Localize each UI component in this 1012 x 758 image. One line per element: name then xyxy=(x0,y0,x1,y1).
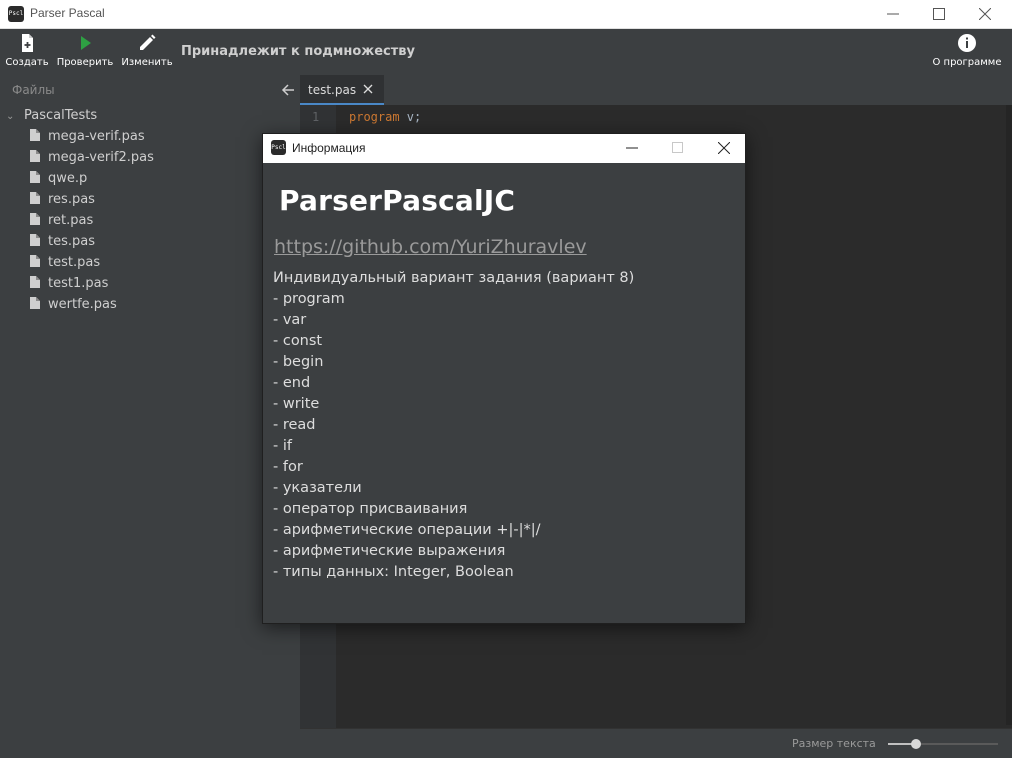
about-button[interactable]: О программе xyxy=(930,29,1004,75)
tab-test-pas[interactable]: test.pas xyxy=(300,75,384,105)
toolbar: Создать Проверить Изменить Принадлежит к… xyxy=(0,29,1012,75)
file-icon xyxy=(30,129,40,141)
tree-folder-pascaltests[interactable]: ⌄ PascalTests xyxy=(6,108,97,123)
file-item[interactable]: qwe.p xyxy=(30,171,87,192)
description-line: - арифметические выражения xyxy=(273,543,506,559)
file-item[interactable]: mega-verif2.pas xyxy=(30,150,154,171)
description-line: - end xyxy=(273,375,311,391)
description-line: - for xyxy=(273,459,303,475)
minimize-icon xyxy=(887,13,899,15)
create-button[interactable]: Создать xyxy=(4,29,50,75)
file-icon xyxy=(30,192,40,204)
create-label: Создать xyxy=(5,57,49,68)
check-label: Проверить xyxy=(56,57,114,68)
dialog-close-button[interactable] xyxy=(701,134,747,163)
file-label: test.pas xyxy=(48,255,101,270)
file-label: mega-verif.pas xyxy=(48,129,145,144)
file-item[interactable]: test.pas xyxy=(30,255,100,276)
file-icon xyxy=(30,255,40,267)
description-line: - read xyxy=(273,417,316,433)
status-bar: Размер текста xyxy=(300,728,1012,758)
tab-label: test.pas xyxy=(308,83,357,97)
check-result-message: Принадлежит к подмножеству xyxy=(181,44,415,59)
file-label: qwe.p xyxy=(48,171,88,186)
about-label: О программе xyxy=(932,57,1002,68)
dialog-app-icon: Pscl xyxy=(271,140,286,155)
check-button[interactable]: Проверить xyxy=(56,29,114,75)
maximize-button[interactable] xyxy=(916,0,962,29)
file-label: res.pas xyxy=(48,192,95,207)
play-icon xyxy=(81,36,91,50)
file-label: test1.pas xyxy=(48,276,109,291)
maximize-icon xyxy=(672,142,683,153)
about-app-name: ParserPascalJC xyxy=(279,184,516,217)
file-item[interactable]: mega-verif.pas xyxy=(30,129,145,150)
editor-tab-bar: test.pas xyxy=(300,75,1012,105)
files-header: Файлы xyxy=(12,83,55,97)
font-size-slider[interactable] xyxy=(888,739,998,749)
slider-thumb[interactable] xyxy=(910,739,921,749)
minimize-icon xyxy=(626,147,638,149)
description-line: - program xyxy=(273,291,345,307)
file-icon xyxy=(30,234,40,246)
code-keyword: program xyxy=(349,110,400,124)
file-item[interactable]: ret.pas xyxy=(30,213,93,234)
file-icon xyxy=(30,150,40,162)
file-item[interactable]: wertfe.pas xyxy=(30,297,117,318)
description-line: - указатели xyxy=(273,480,362,496)
description-line: - if xyxy=(273,438,292,454)
code-text: v; xyxy=(399,110,422,124)
arrow-left-icon[interactable] xyxy=(280,82,296,98)
font-size-label: Размер текста xyxy=(792,737,876,750)
file-icon xyxy=(30,276,40,288)
file-item[interactable]: res.pas xyxy=(30,192,95,213)
github-link[interactable]: https://github.com/YuriZhuravlev xyxy=(274,236,587,258)
close-icon xyxy=(718,142,730,154)
edit-button[interactable]: Изменить xyxy=(120,29,174,75)
description-line: - begin xyxy=(273,354,324,370)
info-icon xyxy=(958,34,976,52)
line-number: 1 xyxy=(312,110,320,124)
new-file-icon xyxy=(22,34,33,52)
file-label: mega-verif2.pas xyxy=(48,150,154,165)
file-icon xyxy=(30,213,40,225)
dialog-title: Информация xyxy=(292,141,366,155)
dialog-minimize-button[interactable] xyxy=(609,134,655,163)
close-icon xyxy=(979,8,991,20)
about-dialog: Pscl Информация ParserPascalJC https://g… xyxy=(262,133,746,624)
right-panel-edge xyxy=(1006,105,1012,725)
file-icon xyxy=(30,171,40,183)
description-line: - типы данных: Integer, Boolean xyxy=(273,564,514,580)
file-label: wertfe.pas xyxy=(48,297,117,312)
description-line: - арифметические операции +|-|*|/ xyxy=(273,522,541,538)
file-item[interactable]: tes.pas xyxy=(30,234,95,255)
close-tab-icon[interactable] xyxy=(362,83,374,95)
file-label: ret.pas xyxy=(48,213,94,228)
description-line: - write xyxy=(273,396,320,412)
description-line: - const xyxy=(273,333,323,349)
edit-label: Изменить xyxy=(121,57,173,68)
close-button[interactable] xyxy=(962,0,1008,29)
dialog-maximize-button xyxy=(655,134,701,163)
folder-label: PascalTests xyxy=(24,108,98,123)
description-line: - оператор присваивания xyxy=(273,501,468,517)
window-title: Parser Pascal xyxy=(30,6,105,20)
maximize-icon xyxy=(933,8,945,20)
pencil-icon xyxy=(140,34,156,50)
variant-description: Индивидуальный вариант задания (вариант … xyxy=(273,268,634,583)
code-line[interactable]: program v; xyxy=(349,110,421,124)
minimize-button[interactable] xyxy=(870,0,916,29)
file-item[interactable]: test1.pas xyxy=(30,276,108,297)
file-label: tes.pas xyxy=(48,234,95,249)
window-title-bar: Pscl Parser Pascal xyxy=(0,0,1012,29)
description-line: Индивидуальный вариант задания (вариант … xyxy=(273,270,635,286)
dialog-title-bar: Pscl Информация xyxy=(263,134,745,163)
description-line: - var xyxy=(273,312,307,328)
file-icon xyxy=(30,297,40,309)
app-icon: Pscl xyxy=(8,6,24,22)
file-tree-panel: Файлы ⌄ PascalTests mega-verif.pas mega-v… xyxy=(0,75,300,758)
chevron-down-icon: ⌄ xyxy=(6,111,15,122)
